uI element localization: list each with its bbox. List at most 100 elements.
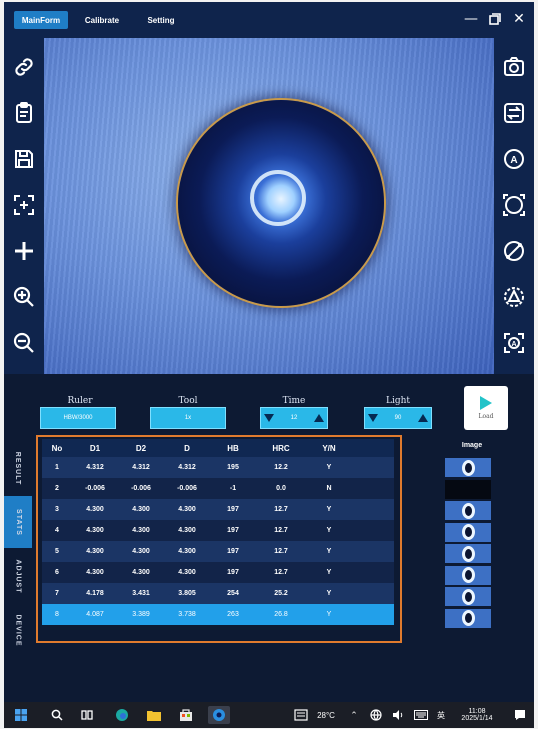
input-method-indicator[interactable]: 英 <box>434 706 448 724</box>
load-label: Load <box>478 413 494 420</box>
table-row[interactable]: 2 -0.006 -0.006 -0.006 -1 0.0 N <box>42 478 394 499</box>
column-header: D2 <box>135 443 147 453</box>
table-cell: 4.300 <box>178 527 196 534</box>
crosshair-fit-icon[interactable] <box>9 190 39 220</box>
thumbnail-indent[interactable] <box>445 522 491 542</box>
indent-thumbnail-icon <box>461 524 475 540</box>
minimize-icon[interactable]: — <box>460 8 482 30</box>
results-table: No D1 D2 D HB HRC Y/N 1 4.312 4.312 4.312 19… <box>42 439 394 625</box>
table-cell: 254 <box>227 590 239 597</box>
table-cell: 4.300 <box>86 569 104 576</box>
table-cell: 263 <box>227 611 239 618</box>
edge-browser-icon[interactable] <box>112 706 132 724</box>
tab-result[interactable]: RESULT <box>4 442 32 494</box>
plus-icon[interactable] <box>9 236 39 266</box>
time-stepper[interactable]: 12 <box>260 407 328 429</box>
table-cell: Y <box>326 464 332 471</box>
tab-device[interactable]: DEVICE <box>4 604 32 656</box>
table-cell: Y <box>326 506 332 513</box>
table-row[interactable]: 7 4.178 3.431 3.805 254 25.2 Y <box>42 583 394 604</box>
increase-icon[interactable] <box>418 414 428 422</box>
time-label: Time <box>282 396 306 406</box>
light-stepper[interactable]: 90 <box>364 407 432 429</box>
table-row[interactable]: 6 4.300 4.300 4.300 197 12.7 Y <box>42 562 394 583</box>
table-body: 1 4.312 4.312 4.312 195 12.2 Y 2 -0.006 -0.006 -0.… <box>42 457 394 625</box>
zoom-in-icon[interactable] <box>9 282 39 312</box>
table-cell: 26.8 <box>274 611 288 618</box>
thumbnail-indent[interactable] <box>445 544 491 563</box>
ruler-select[interactable]: HBW/3000 <box>40 407 116 429</box>
tab-setting[interactable]: Setting <box>138 11 184 29</box>
zoom-out-icon[interactable] <box>9 328 39 358</box>
microscope-camera-view[interactable] <box>44 38 494 374</box>
clock[interactable]: 11:08 2025/1/14 <box>454 704 500 726</box>
hardness-app-icon[interactable] <box>208 706 230 724</box>
left-toolbar <box>4 38 44 374</box>
table-cell: 195 <box>227 464 239 471</box>
thumbnail-indent[interactable] <box>445 587 491 606</box>
clipboard-icon[interactable] <box>9 98 39 128</box>
link-icon[interactable] <box>9 52 39 82</box>
table-cell: 4.300 <box>132 527 150 534</box>
table-cell: -1 <box>229 485 237 492</box>
triangle-measure-icon[interactable] <box>499 282 529 312</box>
title-bar: MainForm Calibrate Setting — ✕ <box>4 2 534 38</box>
table-row[interactable]: 8 4.087 3.389 3.738 263 26.8 Y <box>42 604 394 625</box>
load-button[interactable]: Load <box>464 386 508 430</box>
diameter-icon[interactable] <box>499 236 529 266</box>
windows-start-icon[interactable] <box>12 706 30 724</box>
control-panel: Ruler HBW/3000 Tool 1x Time 12 Light 90 … <box>4 374 534 438</box>
network-icon[interactable] <box>368 706 384 724</box>
play-icon <box>480 396 492 410</box>
table-row[interactable]: 4 4.300 4.300 4.300 197 12.7 Y <box>42 520 394 541</box>
table-cell: 3.805 <box>178 590 196 597</box>
table-cell: 7 <box>55 590 59 597</box>
auto-measure-icon[interactable]: A <box>499 144 529 174</box>
tab-adjust[interactable]: ADJUST <box>4 550 32 602</box>
circle-fit-icon[interactable] <box>499 190 529 220</box>
tab-calibrate[interactable]: Calibrate <box>78 11 126 29</box>
thumbnail-indent[interactable] <box>445 565 491 585</box>
thumbnail-indent[interactable] <box>445 458 491 477</box>
tab-mainform[interactable]: MainForm <box>14 11 68 29</box>
table-cell: 197 <box>227 506 239 513</box>
file-explorer-icon[interactable] <box>144 706 164 724</box>
table-cell: 4.300 <box>178 506 196 513</box>
thumbnail-blank[interactable] <box>445 479 491 499</box>
tool-select[interactable]: 1x <box>150 407 226 429</box>
table-row[interactable]: 5 4.300 4.300 4.300 197 12.7 Y <box>42 541 394 562</box>
table-row[interactable]: 1 4.312 4.312 4.312 195 12.2 Y <box>42 457 394 478</box>
decrease-icon[interactable] <box>264 414 274 422</box>
store-icon[interactable] <box>176 706 196 724</box>
notification-icon[interactable] <box>512 706 528 724</box>
task-view-icon[interactable] <box>78 706 96 724</box>
maximize-icon[interactable] <box>484 8 506 30</box>
table-row[interactable]: 3 4.300 4.300 4.300 197 12.7 Y <box>42 499 394 520</box>
camera-icon[interactable] <box>499 52 529 82</box>
table-cell: 2 <box>55 485 59 492</box>
clock-time: 11:08 <box>468 708 486 715</box>
table-cell: 4.300 <box>132 506 150 513</box>
chevron-up-icon[interactable]: ⌃ <box>348 706 360 724</box>
auto-box-icon[interactable]: A <box>499 328 529 358</box>
decrease-icon[interactable] <box>368 414 378 422</box>
table-cell: 4.300 <box>132 569 150 576</box>
temperature-text: 28°C <box>317 710 335 720</box>
tab-stats[interactable]: STATS <box>4 496 32 548</box>
keyboard-icon[interactable] <box>412 706 430 724</box>
swap-icon[interactable] <box>499 98 529 128</box>
light-value: 90 <box>394 415 402 421</box>
increase-icon[interactable] <box>314 414 324 422</box>
save-icon[interactable] <box>9 144 39 174</box>
close-icon[interactable]: ✕ <box>508 8 530 30</box>
table-cell: Y <box>326 548 332 555</box>
thumbnail-indent[interactable] <box>445 608 491 628</box>
search-icon[interactable] <box>48 706 66 724</box>
table-cell: 1 <box>55 464 59 471</box>
thumbnail-indent[interactable] <box>445 501 491 520</box>
volume-icon[interactable] <box>390 706 406 724</box>
table-cell: Y <box>326 590 332 597</box>
table-cell: 4.312 <box>132 464 150 471</box>
table-cell: 4.300 <box>178 548 196 555</box>
image-column-header: Image <box>461 442 483 449</box>
